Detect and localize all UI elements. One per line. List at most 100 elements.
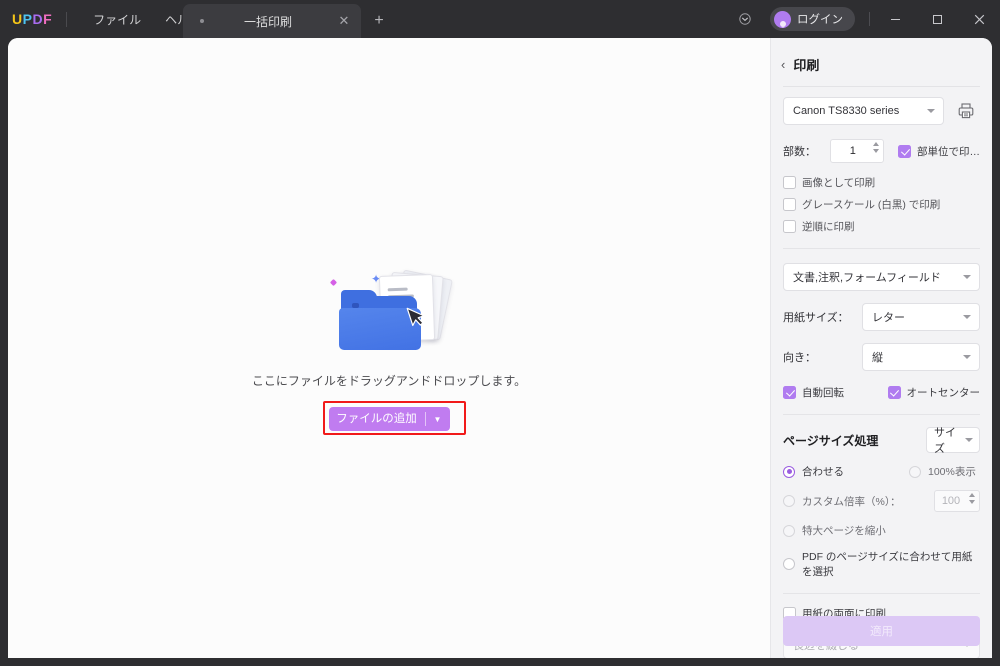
reverse-order-checkbox[interactable] [783, 220, 796, 233]
section-divider-2 [783, 414, 980, 415]
auto-rotate-checkbox[interactable] [783, 386, 796, 399]
print-settings-panel: ‹ 印刷 Canon TS8330 series 部数： 1 部単位で印… 画像… [770, 38, 992, 658]
fit-radio-row[interactable]: 合わせる [783, 464, 909, 479]
menu-file[interactable]: ファイル [81, 7, 153, 32]
page-sizing-title: ページサイズ処理 [783, 433, 879, 448]
apply-button[interactable]: 適用 [783, 616, 980, 646]
add-file-button[interactable]: ファイルの追加 ▼ [328, 407, 450, 431]
actual-size-radio[interactable] [909, 465, 921, 478]
print-content-value: 文書,注釈,フォームフィールド [793, 272, 941, 284]
paper-size-value: レター [872, 312, 905, 324]
paper-size-label: 用紙サイズ： [783, 312, 849, 324]
paper-size-row: 用紙サイズ： レター [783, 303, 980, 331]
custom-scale-label: カスタム倍率（%）： [802, 495, 901, 508]
fit-label: 合わせる [802, 466, 844, 478]
updf-application-window: U P D F ファイル ヘルプ 一括印刷 ✕ + ログイン [0, 0, 1000, 666]
reverse-order-label: 逆順に印刷 [802, 221, 855, 233]
auto-rotate-row[interactable]: 自動回転 [783, 385, 888, 400]
updf-logo: U P D F [12, 11, 52, 27]
custom-scale-radio[interactable] [783, 495, 795, 507]
tab-close-icon[interactable]: ✕ [333, 10, 355, 32]
option-print-as-image-row[interactable]: 画像として印刷 [783, 175, 980, 190]
grayscale-checkbox[interactable] [783, 198, 796, 211]
custom-scale-stepper[interactable] [934, 490, 980, 512]
close-button[interactable] [958, 0, 1000, 38]
window-controls-group: ログイン [730, 0, 1000, 38]
print-as-image-checkbox[interactable] [783, 176, 796, 189]
paper-size-select[interactable]: レター [862, 303, 980, 331]
custom-scale-input[interactable] [935, 495, 967, 507]
option-grayscale-row[interactable]: グレースケール (白黒) で印刷 [783, 197, 980, 212]
orientation-value: 縦 [872, 352, 883, 364]
file-drop-area[interactable]: ✦ ここにファイルをドラッグアンドドロップします。 ファイルの追加 ▼ [8, 38, 770, 658]
printer-select[interactable]: Canon TS8330 series [783, 97, 944, 125]
apply-wrapper: 適用 [783, 616, 980, 646]
choose-paper-source-radio[interactable] [783, 558, 795, 570]
print-options-group: 画像として印刷 グレースケール (白黒) で印刷 逆順に印刷 [783, 175, 980, 234]
chevron-down-icon [963, 315, 971, 319]
auto-center-row[interactable]: オートセンター [887, 385, 981, 400]
print-content-select[interactable]: 文書,注釈,フォームフィールド [783, 263, 980, 291]
avatar [774, 10, 791, 28]
orientation-select[interactable]: 縦 [862, 343, 980, 371]
collate-label: 部単位で印… [917, 145, 980, 158]
login-button[interactable]: ログイン [770, 7, 855, 31]
back-chevron-icon[interactable]: ‹ [781, 58, 785, 71]
stepper-up-icon[interactable] [873, 142, 879, 146]
fit-radio[interactable] [783, 465, 795, 478]
chevron-down-icon [963, 355, 971, 359]
fit-actual-row: 合わせる 100%表示 [783, 464, 980, 479]
stepper-down-icon[interactable] [969, 500, 975, 504]
content-select-section: 文書,注釈,フォームフィールド [783, 263, 980, 291]
auto-rotate-wrap: 自動回転 [783, 385, 888, 400]
auto-center-label: オートセンター [906, 387, 981, 399]
chevron-down-icon [965, 438, 973, 442]
auto-center-checkbox[interactable] [887, 386, 901, 399]
stepper-down-icon[interactable] [873, 149, 879, 153]
choose-paper-source-row[interactable]: PDF のページサイズに合わせて用紙を選択 [783, 549, 980, 579]
logo-letter-f: F [43, 11, 53, 27]
shrink-oversized-radio[interactable] [783, 524, 795, 537]
shrink-oversized-label: 特大ページを縮小 [802, 525, 886, 537]
add-file-dropdown-icon[interactable]: ▼ [426, 407, 450, 431]
copies-input[interactable] [830, 145, 875, 157]
stepper-up-icon[interactable] [969, 493, 975, 497]
page-sizing-mode-select[interactable]: サイズ [926, 427, 980, 455]
chevron-down-icon [927, 109, 935, 113]
minimize-button[interactable] [874, 0, 916, 38]
option-reverse-order-row[interactable]: 逆順に印刷 [783, 219, 980, 234]
sparkle-pink-icon [329, 278, 338, 287]
tab-title: 一括印刷 [243, 14, 292, 29]
printer-row: Canon TS8330 series [783, 97, 980, 125]
collate-checkbox-row[interactable]: 部単位で印… [898, 144, 980, 159]
tab-batch-print[interactable]: 一括印刷 ✕ [183, 4, 361, 38]
copies-row: 部数： 部単位で印… [783, 139, 980, 163]
printer-properties-button[interactable] [952, 97, 980, 125]
orientation-row: 向き： 縦 [783, 343, 980, 371]
section-divider-3 [783, 593, 980, 594]
login-label: ログイン [797, 14, 843, 26]
custom-scale-row: カスタム倍率（%）： [783, 490, 980, 512]
chevron-down-icon[interactable] [730, 6, 760, 32]
choose-paper-source-label: PDF のページサイズに合わせて用紙を選択 [802, 551, 973, 578]
actual-size-label: 100%表示 [928, 466, 976, 478]
maximize-button[interactable] [916, 0, 958, 38]
section-divider-1 [783, 248, 980, 249]
grayscale-label: グレースケール (白黒) で印刷 [802, 199, 941, 211]
auto-rotate-label: 自動回転 [802, 387, 844, 399]
menu-divider [66, 11, 68, 27]
panel-body: Canon TS8330 series 部数： 1 部単位で印… 画像として印刷… [771, 87, 992, 658]
page-sizing-header: ページサイズ処理 サイズ [783, 427, 980, 455]
panel-header: ‹ 印刷 [771, 46, 992, 82]
printer-icon [958, 103, 974, 119]
collate-checkbox[interactable] [898, 144, 911, 158]
custom-scale-radio-row[interactable]: カスタム倍率（%）： [783, 494, 934, 509]
panel-title: 印刷 [793, 57, 820, 73]
print-as-image-label: 画像として印刷 [802, 177, 876, 189]
logo-letter-u: U [12, 11, 23, 27]
copies-stepper[interactable] [829, 139, 884, 163]
new-tab-icon[interactable]: + [368, 10, 390, 32]
actual-size-radio-row[interactable]: 100%表示 [909, 464, 976, 479]
shrink-oversized-row[interactable]: 特大ページを縮小 [783, 523, 980, 538]
logo-letter-d: D [32, 11, 44, 27]
